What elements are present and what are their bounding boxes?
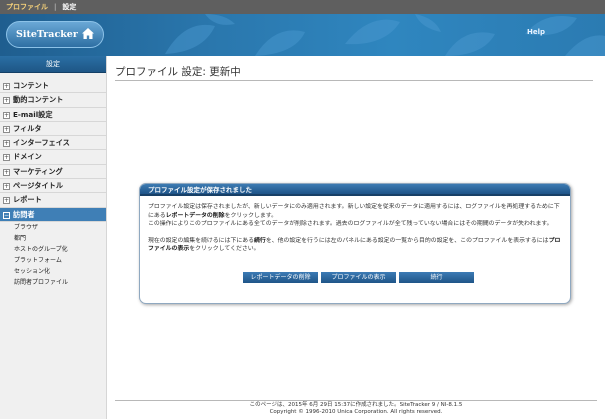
sidebar-subitem[interactable]: セッション化 <box>0 266 106 277</box>
header-banner: SiteTracker Help <box>0 14 605 56</box>
sidebar-item-label: マーケティング <box>13 166 63 176</box>
p3-text-a: 現在の設定の編集を続けるには下にある <box>148 237 255 244</box>
collapse-icon[interactable]: − <box>3 211 10 219</box>
expand-icon[interactable]: + <box>3 183 10 191</box>
sidebar-subitems: ブラウザ 都門 ホストのグループ化 プラットフォーム セッション化 訪問者プロファイル <box>0 222 106 288</box>
sidebar-item[interactable]: + コンテント <box>0 79 106 94</box>
dialog-title: プロファイル設定が保存されました <box>140 184 570 196</box>
p3-text-c: を、他の設定を行うには左のパネルにある設定の一覧から目的の設定を、このプロファイ… <box>265 237 549 244</box>
sidebar-item-label: フィルタ <box>13 123 42 133</box>
expand-icon[interactable]: + <box>3 125 10 133</box>
sidebar-item-label: ドメイン <box>13 152 42 162</box>
profile-link[interactable]: プロファイル <box>6 3 48 11</box>
sidebar-item-label: 動的コンテント <box>13 95 64 105</box>
top-nav-bar: プロファイル | 設定 <box>0 0 605 14</box>
sidebar-item-label: ページタイトル <box>13 181 64 191</box>
expand-icon[interactable]: + <box>3 197 10 205</box>
dialog-paragraph-1: プロファイル設定は保存されましたが、新しいデータにのみ適用されます。新しい設定を… <box>148 203 562 229</box>
sidebar-subitem[interactable]: プラットフォーム <box>0 255 106 266</box>
footer-copyright: Copyright © 1996-2010 Unica Corporation.… <box>269 409 443 415</box>
sidebar-item[interactable]: + レポート <box>0 193 106 208</box>
logo-text: SiteTracker <box>16 29 78 40</box>
page-title: プロファイル 設定: 更新中 <box>115 66 241 78</box>
expand-icon[interactable]: + <box>3 111 10 119</box>
sidebar-item[interactable]: + インターフェイス <box>0 136 106 151</box>
sidebar-item-label: 訪問者 <box>13 209 35 219</box>
title-divider <box>115 80 593 81</box>
sidebar-title: 設定 <box>0 56 106 73</box>
expand-icon[interactable]: + <box>3 97 10 105</box>
main-content: プロファイル 設定: 更新中 プロファイル設定が保存されました プロファイル設定… <box>107 56 605 419</box>
sidebar-item[interactable]: + フィルタ <box>0 122 106 137</box>
view-profile-button[interactable]: プロファイルの表示 <box>321 272 396 283</box>
expand-icon[interactable]: + <box>3 168 10 176</box>
saved-dialog: プロファイル設定が保存されました プロファイル設定は保存されましたが、新しいデー… <box>139 183 571 304</box>
sidebar-item-label: レポート <box>13 195 42 205</box>
sidebar-item[interactable]: − 訪問者 <box>0 207 106 222</box>
p1-text-c: をクリックします。 <box>224 212 278 219</box>
dialog-paragraph-2: 現在の設定の編集を続けるには下にある続行を、他の設定を行うには左のパネルにある設… <box>148 237 562 254</box>
sidebar-item[interactable]: + 動的コンテント <box>0 93 106 108</box>
nav-separator: | <box>54 3 57 11</box>
sidebar-item-label: インターフェイス <box>13 138 70 148</box>
p2-text: この操作によりこのプロファイルにある全てのデータが削除されます。過去のログファイ… <box>148 221 553 227</box>
sidebar-items: + コンテント + 動的コンテント + E-mail設定 + フィルタ + インターフェイス + ドメ… <box>0 79 106 222</box>
sidebar-subitem[interactable]: 都門 <box>0 233 106 244</box>
delete-report-data-button[interactable]: レポートデータの削除 <box>243 272 318 283</box>
settings-link[interactable]: 設定 <box>62 3 76 11</box>
sidebar-subitem[interactable]: ブラウザ <box>0 222 106 233</box>
expand-icon[interactable]: + <box>3 154 10 162</box>
footer-generated-text: このページは、2015年 6月 29日 15:37に作成されました。SiteTr… <box>249 402 463 408</box>
home-icon <box>82 28 94 39</box>
sidebar-item-label: コンテント <box>13 81 49 90</box>
footer-divider <box>115 400 597 401</box>
expand-icon[interactable]: + <box>3 83 10 90</box>
sidebar-item-label: E-mail設定 <box>13 109 53 119</box>
p3-text-e: をクリックしてください。 <box>189 246 260 252</box>
sidebar-item[interactable]: + ページタイトル <box>0 179 106 194</box>
sidebar-item[interactable]: + ドメイン <box>0 150 106 165</box>
sidebar-subitem[interactable]: ホストのグループ化 <box>0 244 106 255</box>
continue-button[interactable]: 続行 <box>399 272 474 283</box>
sitetracker-logo[interactable]: SiteTracker <box>6 21 104 48</box>
help-link[interactable]: Help <box>527 28 545 36</box>
sidebar-item[interactable]: + マーケティング <box>0 165 106 180</box>
sidebar-item[interactable]: + E-mail設定 <box>0 108 106 122</box>
p1-text-bold: レポートデータの削除 <box>165 212 225 219</box>
p3-text-bold-continue: 続行 <box>254 237 266 244</box>
dialog-body: プロファイル設定は保存されましたが、新しいデータにのみ適用されます。新しい設定を… <box>140 196 570 254</box>
expand-icon[interactable]: + <box>3 140 10 148</box>
settings-sidebar: 設定 + コンテント + 動的コンテント + E-mail設定 + フィルタ + インターフェイス… <box>0 56 107 419</box>
footer: このページは、2015年 6月 29日 15:37に作成されました。SiteTr… <box>107 402 605 416</box>
sidebar-subitem[interactable]: 訪問者プロファイル <box>0 277 106 288</box>
